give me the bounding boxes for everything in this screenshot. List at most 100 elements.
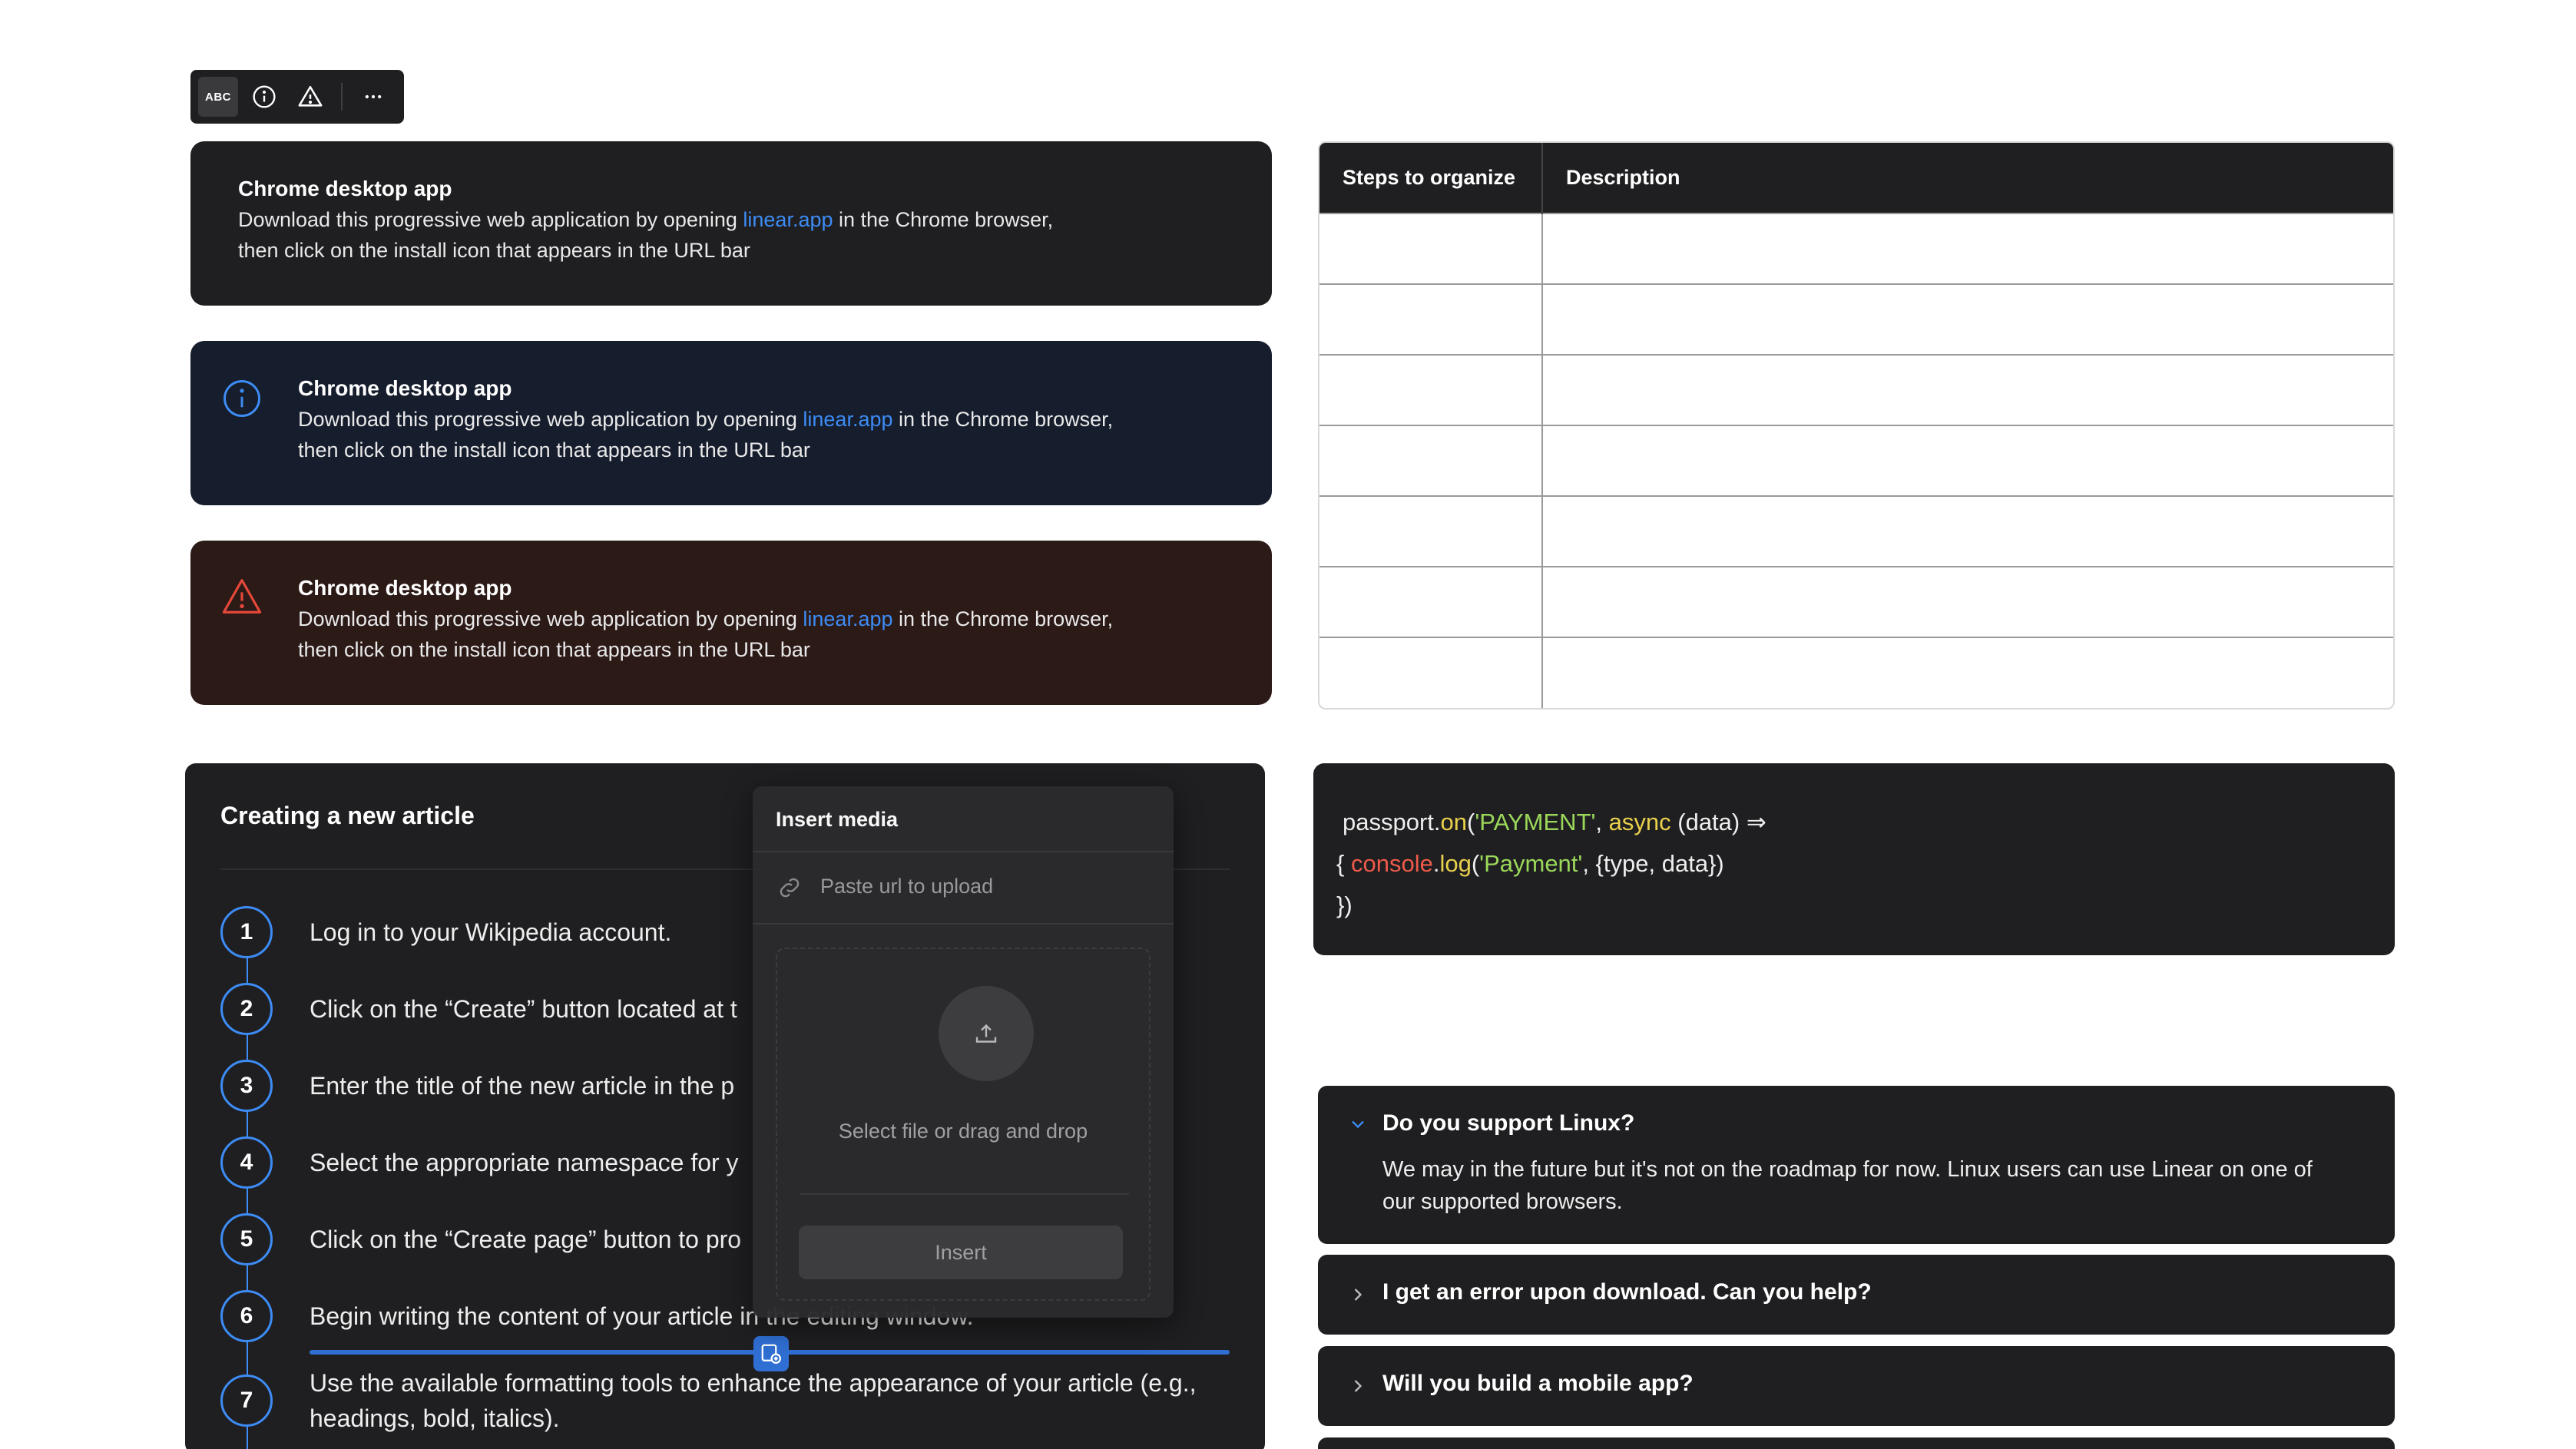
upload-button[interactable] — [939, 986, 1034, 1081]
insert-button[interactable]: Insert — [799, 1226, 1123, 1279]
callout-text: in the Chrome browser, — [892, 607, 1114, 630]
code-token: , — [1595, 809, 1609, 835]
step-number: 3 — [220, 1060, 273, 1112]
step-number: 2 — [220, 983, 273, 1035]
callout-info[interactable]: Chrome desktop app Download this progres… — [190, 341, 1272, 505]
code-token: }) — [1336, 892, 1353, 918]
callout-text: Download this progressive web applicatio… — [238, 208, 743, 231]
callout-body: Download this progressive web applicatio… — [238, 204, 1226, 266]
popover-title: Insert media — [776, 808, 899, 831]
table-cell[interactable] — [1542, 283, 2393, 355]
table-cell[interactable] — [1542, 637, 2393, 708]
table-row — [1319, 637, 2393, 708]
faq-question[interactable]: Do you support Linux? — [1382, 1110, 1634, 1136]
step-text[interactable]: Click on the “Create” button located at … — [310, 991, 737, 1027]
table-cell[interactable] — [1319, 425, 1543, 496]
table-row — [1319, 213, 2393, 284]
table-cell[interactable] — [1319, 283, 1543, 355]
chevron-down-icon[interactable] — [1347, 1113, 1369, 1135]
code-token: ( — [1467, 809, 1475, 835]
warning-icon — [298, 85, 323, 107]
callout-title: Chrome desktop app — [298, 576, 512, 600]
step-number: 1 — [220, 906, 273, 958]
step-text[interactable]: Log in to your Wikipedia account. — [310, 915, 671, 950]
callout-link[interactable]: linear.app — [803, 408, 892, 431]
table-cell[interactable] — [1319, 637, 1543, 708]
table-row — [1319, 354, 2393, 425]
callout-body: Download this progressive web applicatio… — [298, 604, 1226, 665]
callout-text: then click on the install icon that appe… — [238, 239, 750, 262]
chevron-right-icon[interactable] — [1347, 1284, 1369, 1305]
code-line-2: { console.log('Payment', {type, data}) — [1336, 843, 2372, 885]
callout-warning-button[interactable] — [290, 77, 330, 117]
table-cell[interactable] — [1542, 213, 2393, 284]
code-token: ( — [1471, 850, 1480, 877]
step-number: 4 — [220, 1136, 273, 1189]
table-header-steps[interactable]: Steps to organize — [1319, 143, 1543, 213]
table-row — [1319, 495, 2393, 567]
divider — [753, 923, 1174, 925]
table-cell[interactable] — [1542, 495, 2393, 567]
table-cell[interactable] — [1319, 495, 1543, 567]
code-token: , {type, data}) — [1582, 850, 1724, 877]
table-cell[interactable] — [1319, 213, 1543, 284]
callout-text: then click on the install icon that appe… — [298, 438, 810, 461]
table-cell[interactable] — [1542, 354, 2393, 425]
table-row — [1319, 283, 2393, 355]
chevron-right-icon[interactable] — [1347, 1375, 1369, 1397]
faq-item[interactable] — [1318, 1437, 2395, 1449]
table-cell[interactable] — [1319, 566, 1543, 637]
table-cell[interactable] — [1542, 566, 2393, 637]
code-token: { — [1336, 850, 1351, 877]
step-number: 5 — [220, 1213, 273, 1265]
faq-item[interactable]: I get an error upon download. Can you he… — [1318, 1255, 2395, 1335]
more-button[interactable] — [353, 77, 393, 117]
divider — [800, 1193, 1129, 1195]
code-token: 'PAYMENT' — [1475, 809, 1596, 835]
faq-item[interactable]: Will you build a mobile app? — [1318, 1346, 2395, 1426]
info-icon — [253, 85, 276, 108]
code-line-3: }) — [1336, 885, 2372, 926]
code-token: (data) ⇒ — [1670, 809, 1766, 835]
callout-text: Download this progressive web applicatio… — [298, 408, 803, 431]
callout-text: in the Chrome browser, — [833, 208, 1054, 231]
callout-link[interactable]: linear.app — [803, 607, 892, 630]
callout-info-button[interactable] — [244, 77, 284, 117]
faq-item[interactable]: Do you support Linux? We may in the futu… — [1318, 1086, 2395, 1244]
callout-text: in the Chrome browser, — [892, 408, 1114, 431]
info-icon — [223, 380, 260, 417]
callout-warning[interactable]: Chrome desktop app Download this progres… — [190, 541, 1272, 705]
callout-default[interactable]: Chrome desktop app Download this progres… — [190, 141, 1272, 306]
faq-question[interactable]: Will you build a mobile app? — [1382, 1371, 1694, 1397]
faq-question[interactable]: I get an error upon download. Can you he… — [1382, 1279, 1872, 1305]
insert-media-popover: Insert media Select file or drag and dro… — [753, 786, 1174, 1318]
callout-title: Chrome desktop app — [238, 177, 452, 200]
callout-text: Download this progressive web applicatio… — [298, 607, 803, 630]
step-text[interactable]: Use the available formatting tools to en… — [310, 1365, 1239, 1436]
table-header-description[interactable]: Description — [1542, 143, 2393, 213]
step-text[interactable]: Enter the title of the new article in th… — [310, 1068, 734, 1103]
callout-default-button[interactable]: ABC — [198, 77, 238, 117]
table-row — [1319, 425, 2393, 496]
callout-text: then click on the install icon that appe… — [298, 638, 810, 661]
media-url-input[interactable] — [820, 871, 1143, 901]
link-icon — [780, 878, 800, 898]
code-token: console — [1350, 850, 1433, 877]
code-token: async — [1608, 809, 1671, 835]
table-row — [1319, 566, 2393, 637]
code-token: 'Payment' — [1479, 850, 1583, 877]
step-text[interactable]: Click on the “Create page” button to pro — [310, 1222, 741, 1257]
step-text[interactable]: Select the appropriate namespace for y — [310, 1145, 739, 1180]
callout-toolbar: ABC — [190, 70, 404, 124]
faq-answer: We may in the future but it's not on the… — [1382, 1157, 2313, 1214]
file-drop-zone[interactable]: Select file or drag and drop Insert — [776, 948, 1151, 1301]
code-line-1: passport.on('PAYMENT', async (data) ⇒ — [1336, 802, 2372, 843]
table-cell[interactable] — [1319, 354, 1543, 425]
code-block[interactable]: passport.on('PAYMENT', async (data) ⇒ { … — [1313, 763, 2395, 955]
code-token: passport. — [1343, 809, 1441, 835]
table-cell[interactable] — [1542, 425, 2393, 496]
divider — [753, 851, 1174, 852]
callout-link[interactable]: linear.app — [743, 208, 833, 231]
steps-table: Steps to organize Description — [1318, 141, 2395, 710]
image-add-icon — [761, 1344, 781, 1364]
